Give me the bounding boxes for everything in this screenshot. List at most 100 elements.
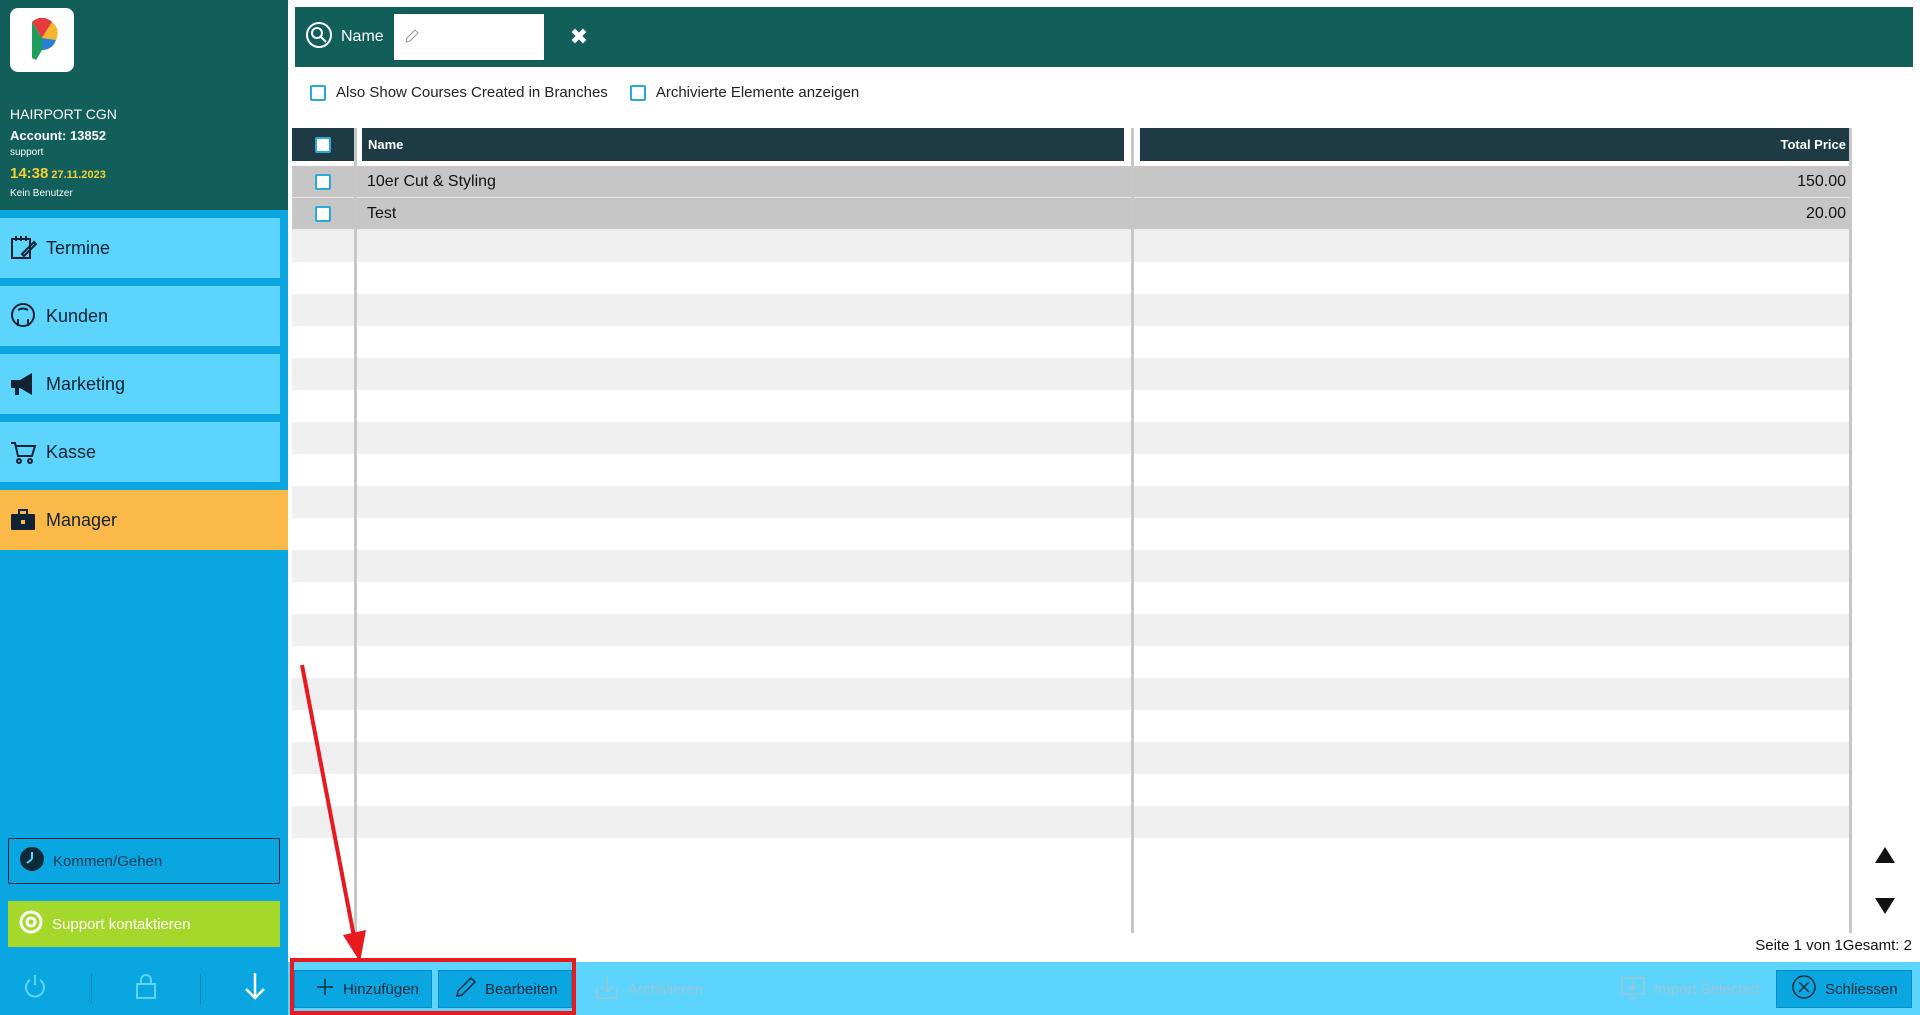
column-divider [1131,128,1134,933]
archive-download-icon [594,974,620,1004]
filter-row: Also Show Courses Created in Branches Ar… [310,84,881,101]
empty-row [292,774,1852,806]
empty-row [292,710,1852,742]
empty-row [292,422,1852,454]
close-button[interactable]: Schliessen [1776,970,1912,1008]
scroll-down-icon[interactable] [1873,896,1897,916]
power-icon[interactable] [21,972,49,1005]
account-number: Account: 13852 [10,128,107,143]
column-divider [354,128,357,933]
import-icon [1620,974,1646,1004]
empty-row [292,646,1852,678]
cell-total-price: 20.00 [1805,204,1846,222]
empty-row [292,326,1852,358]
pencil-icon [404,28,420,49]
nav-label: Kasse [46,441,97,462]
arrow-down-icon[interactable] [243,971,267,1006]
filter-archived[interactable]: Archivierte Elemente anzeigen [629,84,860,101]
megaphone-icon [0,370,46,398]
empty-row [292,838,1852,870]
cell-name: Test [367,204,397,222]
archive-label: Archivieren [628,980,704,998]
column-header-name[interactable]: Name [362,128,1124,161]
empty-row [292,518,1852,550]
import-selected-button[interactable]: Import Selected [1620,970,1770,1008]
filter-branches[interactable]: Also Show Courses Created in Branches [310,84,608,101]
close-label: Schliessen [1825,980,1898,998]
empty-row [292,262,1852,294]
lifebuoy-icon [18,909,44,940]
clock-icon [19,846,45,877]
nav-label: Termine [46,237,111,258]
current-date: 27.11.2023 [51,169,106,181]
highlight-box [290,958,576,1015]
empty-row [292,550,1852,582]
clock-in-out-button[interactable]: Kommen/Gehen [8,838,280,884]
nav-manager[interactable]: Manager [0,490,288,550]
datetime: 14:38 27.11.2023 [10,165,106,183]
import-selected-label: Import Selected [1654,980,1760,998]
search-field-label: Name [341,28,384,45]
divider [91,973,92,1004]
select-all-header [292,128,354,161]
empty-row [292,806,1852,838]
scroll-up-icon[interactable] [1873,845,1897,865]
divider [200,973,201,1004]
briefcase-icon [0,506,46,534]
empty-row [292,230,1852,262]
search-bar: Name ✖ [295,7,1913,67]
nav-kunden[interactable]: Kunden [0,286,280,346]
archived-label: Archivierte Elemente anzeigen [655,84,860,101]
archive-button[interactable]: Archivieren [594,970,714,1008]
clock-in-out-label: Kommen/Gehen [53,852,163,870]
nav-label: Marketing [46,373,126,394]
user-name: support [10,147,44,158]
archived-checkbox[interactable] [629,84,646,101]
customer-head-icon [0,302,46,330]
nav-label: Kunden [46,305,109,326]
nav-marketing[interactable]: Marketing [0,354,280,414]
cart-icon [0,438,46,466]
empty-row [292,454,1852,486]
empty-row [292,358,1852,390]
current-time: 14:38 [10,165,49,182]
calendar-pen-icon [0,234,46,262]
search-icon[interactable] [305,21,333,54]
lock-icon[interactable] [134,972,158,1005]
cell-total-price: 150.00 [1797,172,1846,190]
system-controls [0,962,288,1015]
table-row[interactable]: Test 20.00 [292,198,1852,230]
courses-table: Name Total Price 10er Cut & Styling 150.… [292,128,1852,933]
branches-checkbox[interactable] [310,84,326,101]
sidebar: HAIRPORT CGN Account: 13852 support 14:3… [0,0,288,1015]
column-header-total-price[interactable]: Total Price [1140,128,1852,161]
branches-label: Also Show Courses Created in Branches [336,84,608,101]
column-divider [1849,128,1852,933]
table-row[interactable]: 10er Cut & Styling 150.00 [292,166,1852,198]
account-panel: HAIRPORT CGN Account: 13852 support 14:3… [0,0,288,210]
row-checkbox[interactable] [315,173,331,190]
app-logo [10,8,74,72]
table-body: 10er Cut & Styling 150.00 Test 20.00 [292,166,1852,870]
cell-name: 10er Cut & Styling [367,172,496,190]
empty-row [292,390,1852,422]
empty-row [292,678,1852,710]
nav-termine[interactable]: Termine [0,218,280,278]
pager-status: Seite 1 von 1Gesamt: 2 [1755,937,1912,954]
empty-row [292,582,1852,614]
empty-row [292,614,1852,646]
empty-row [292,294,1852,326]
search-input[interactable] [393,14,544,60]
clear-search-icon[interactable]: ✖ [570,24,588,50]
empty-row [292,486,1852,518]
employee-status: Kein Benutzer [10,188,73,199]
nav-label: Manager [46,509,118,530]
support-button[interactable]: Support kontaktieren [8,901,280,947]
close-circle-icon [1791,974,1817,1004]
support-label: Support kontaktieren [52,915,191,933]
nav-kasse[interactable]: Kasse [0,422,280,482]
empty-row [292,742,1852,774]
row-checkbox[interactable] [315,205,331,222]
branch-name: HAIRPORT CGN [10,106,117,122]
select-all-checkbox[interactable] [315,136,331,153]
